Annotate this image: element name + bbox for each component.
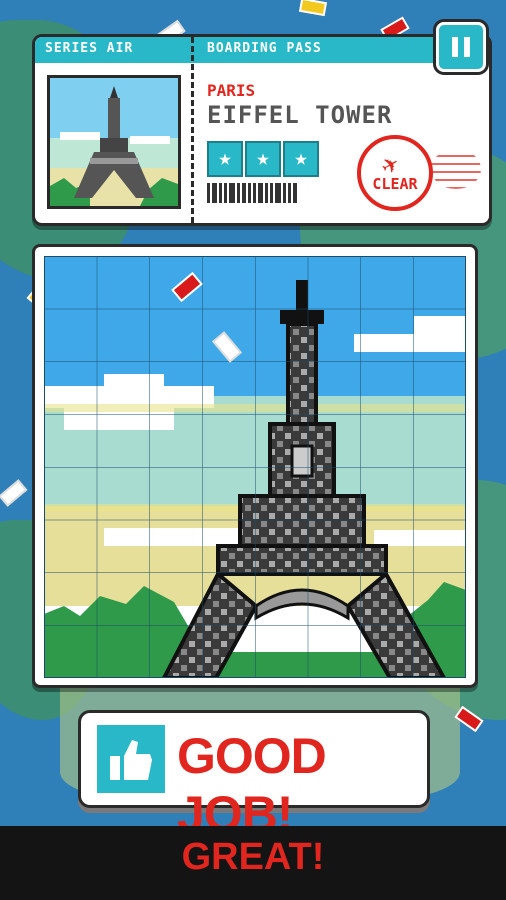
star-icon: ★ (245, 141, 281, 177)
good-job-button[interactable]: GOOD JOB! (78, 710, 430, 842)
pause-button[interactable] (436, 22, 486, 72)
thumbs-up-icon (97, 725, 165, 793)
star-icon: ★ (283, 141, 319, 177)
great-message: GREAT! (181, 836, 325, 878)
postmark-lines (431, 149, 481, 189)
landmark-name: EIFFEL TOWER (207, 101, 393, 129)
eiffel-tower-pixel-art (44, 256, 466, 678)
boarding-pass-label: BOARDING PASS (207, 41, 322, 56)
city-name: PARIS (207, 81, 256, 100)
barcode-icon (207, 183, 297, 203)
puzzle-board (32, 244, 478, 688)
star-rating: ★ ★ ★ (207, 141, 319, 177)
star-icon: ★ (207, 141, 243, 177)
bottom-banner: GREAT! (0, 826, 506, 900)
boarding-pass-card: SERIES AIR BOARDING PASS PARIS EIFFEL TO… (32, 34, 492, 226)
pause-icon (452, 37, 458, 57)
landmark-thumbnail (47, 75, 181, 209)
clear-stamp: ✈ CLEAR (357, 135, 433, 211)
airline-label: SERIES AIR (45, 41, 134, 56)
pass-perforation (191, 37, 194, 223)
eiffel-tower-thumbnail-icon (50, 78, 178, 206)
